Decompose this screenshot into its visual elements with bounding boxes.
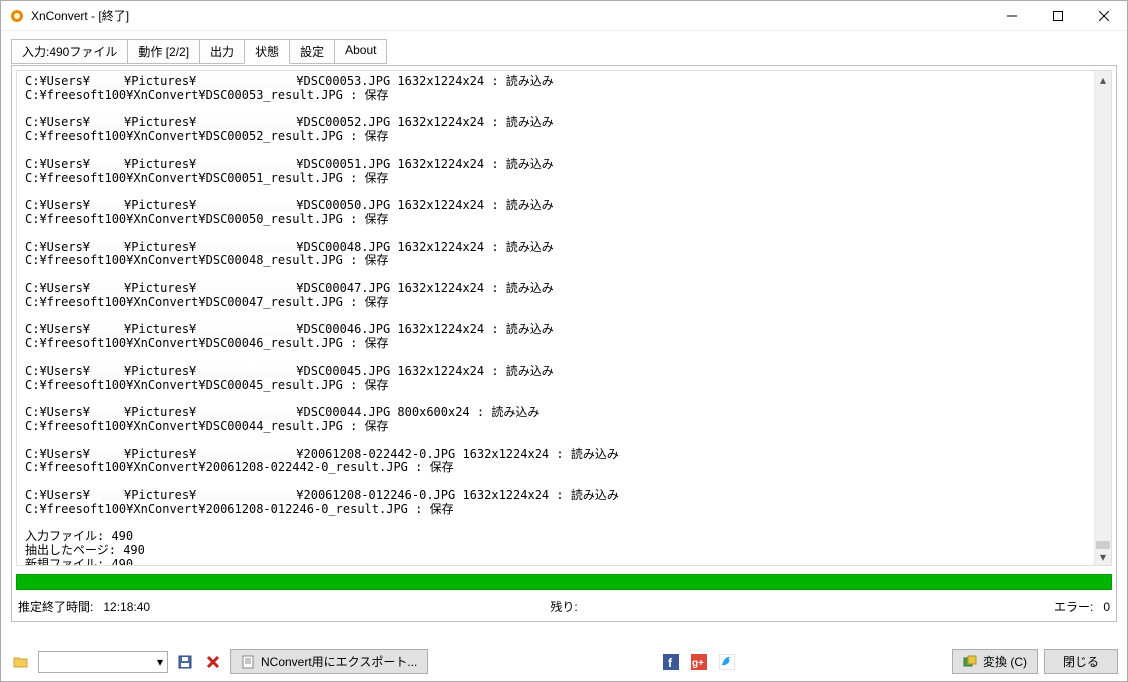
- google-plus-icon[interactable]: g+: [688, 651, 710, 673]
- window-title: XnConvert - [終了]: [31, 7, 129, 24]
- close-button[interactable]: [1081, 1, 1127, 31]
- tab-settings[interactable]: 設定: [289, 39, 335, 64]
- bottom-toolbar: ▾ NConvert用にエクスポート... f g+ 変換 (C) 閉じる: [10, 649, 1118, 674]
- log-container: C:¥Users¥¥Pictures¥¥DSC00053.JPG 1632x12…: [16, 70, 1112, 566]
- scroll-up-button[interactable]: ▴: [1095, 71, 1111, 88]
- open-folder-button[interactable]: [10, 651, 32, 673]
- error-value: 0: [1103, 600, 1110, 614]
- tab-output[interactable]: 出力: [199, 39, 245, 64]
- tab-input[interactable]: 入力:490ファイル: [11, 39, 128, 64]
- eta-value: 12:18:40: [103, 600, 150, 614]
- eta-label: 推定終了時間:: [18, 600, 93, 614]
- app-icon: [9, 8, 25, 24]
- remaining-label: 残り:: [550, 600, 577, 614]
- error-label: エラー:: [1054, 600, 1093, 614]
- close-app-label: 閉じる: [1063, 653, 1099, 670]
- scroll-down-button[interactable]: ▾: [1095, 548, 1111, 565]
- svg-text:g+: g+: [692, 658, 704, 669]
- progress-bar: [16, 574, 1112, 590]
- status-row: 推定終了時間: 12:18:40 残り: エラー: 0: [16, 596, 1112, 617]
- export-nconvert-button[interactable]: NConvert用にエクスポート...: [230, 649, 428, 674]
- tab-about[interactable]: About: [334, 39, 387, 64]
- delete-preset-button[interactable]: [202, 651, 224, 673]
- minimize-button[interactable]: [989, 1, 1035, 31]
- vertical-scrollbar[interactable]: ▴ ▾: [1094, 71, 1111, 565]
- twitter-icon[interactable]: [716, 651, 738, 673]
- facebook-icon[interactable]: f: [660, 651, 682, 673]
- convert-icon: [963, 655, 977, 669]
- close-app-button[interactable]: 閉じる: [1044, 649, 1118, 674]
- export-nconvert-label: NConvert用にエクスポート...: [261, 653, 417, 670]
- log-text-area[interactable]: C:¥Users¥¥Pictures¥¥DSC00053.JPG 1632x12…: [17, 71, 1094, 565]
- status-panel: C:¥Users¥¥Pictures¥¥DSC00053.JPG 1632x12…: [11, 65, 1117, 622]
- convert-label: 変換 (C): [983, 653, 1027, 670]
- preset-dropdown[interactable]: ▾: [38, 651, 168, 673]
- maximize-button[interactable]: [1035, 1, 1081, 31]
- tab-status[interactable]: 状態: [244, 39, 290, 64]
- chevron-down-icon: ▾: [157, 655, 163, 669]
- tab-bar: 入力:490ファイル 動作 [2/2] 出力 状態 設定 About: [11, 39, 1117, 64]
- title-bar: XnConvert - [終了]: [1, 1, 1127, 31]
- convert-button[interactable]: 変換 (C): [952, 649, 1038, 674]
- save-preset-button[interactable]: [174, 651, 196, 673]
- tab-actions[interactable]: 動作 [2/2]: [127, 39, 200, 64]
- document-icon: [241, 655, 255, 669]
